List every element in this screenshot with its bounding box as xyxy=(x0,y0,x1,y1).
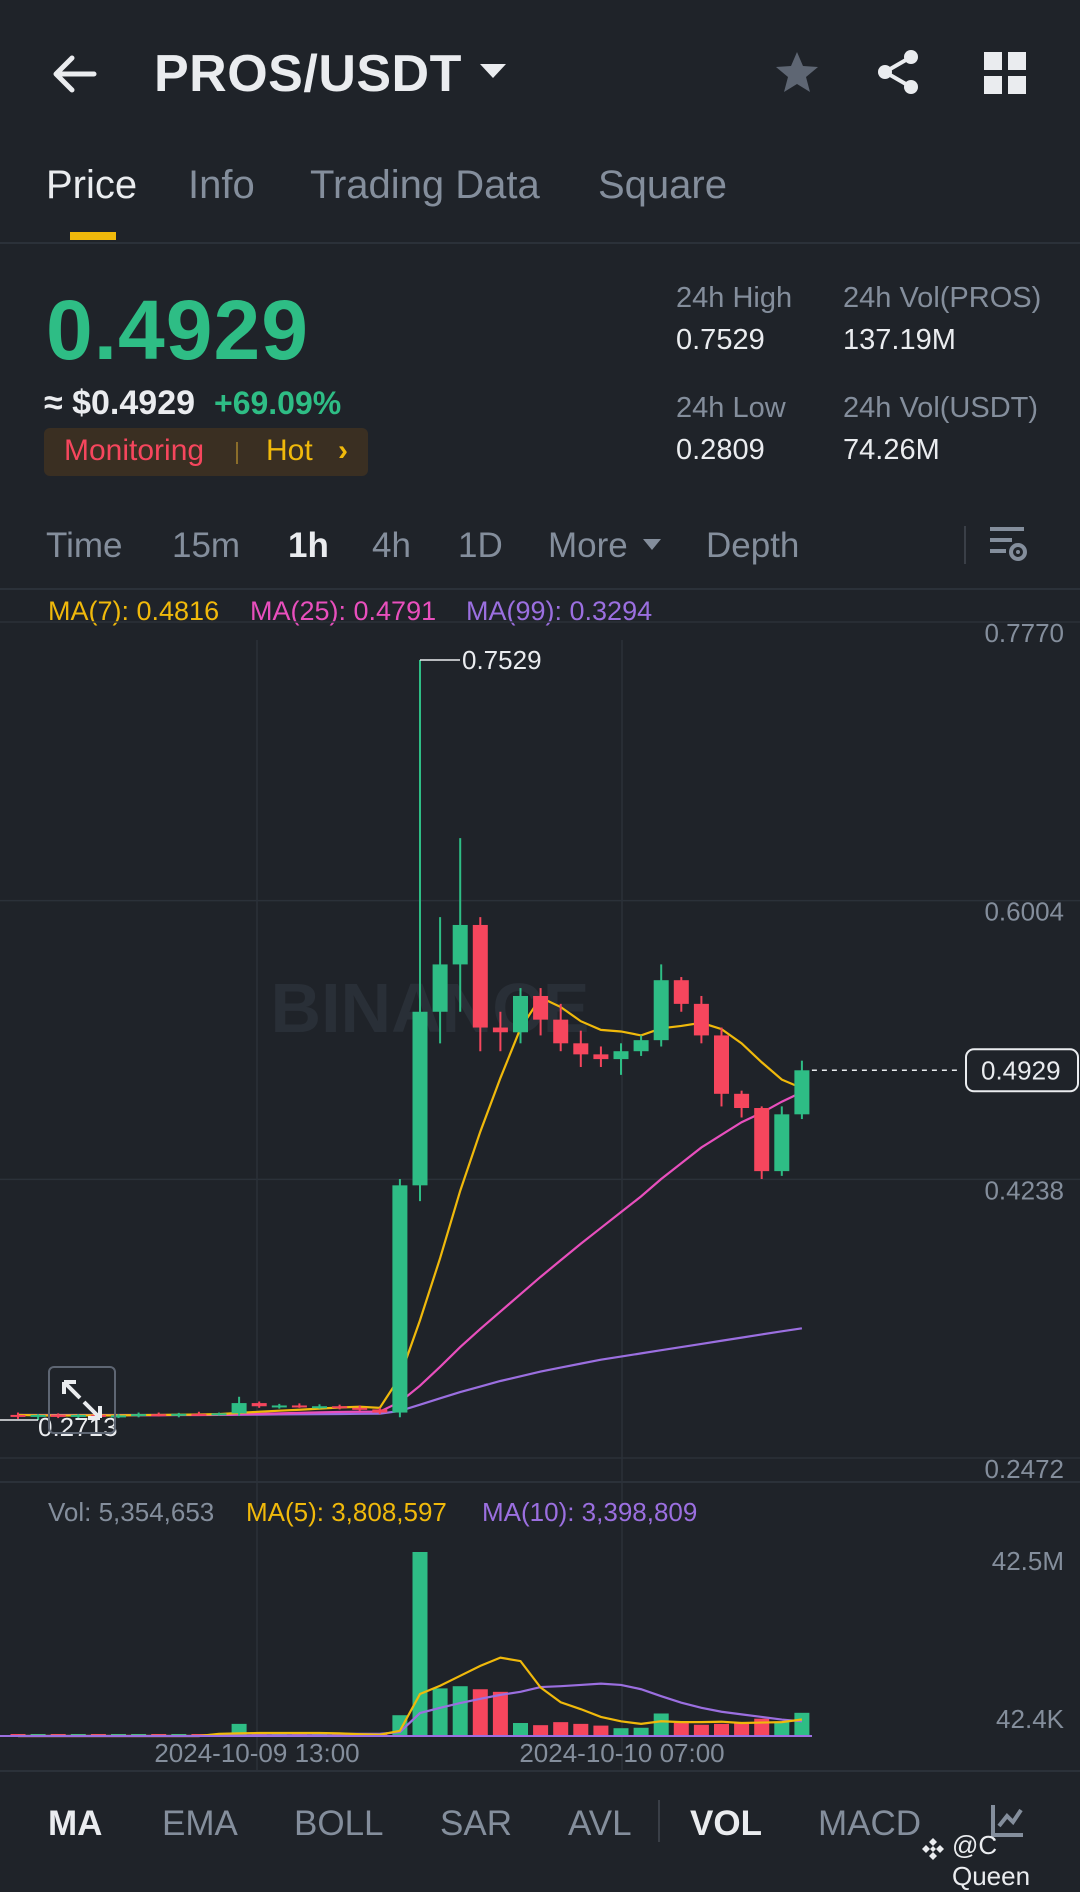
volume-bar xyxy=(492,1691,508,1736)
candle-body xyxy=(10,1414,26,1417)
candle-body xyxy=(714,1035,729,1094)
ma7-line xyxy=(17,996,803,1417)
fullscreen-button[interactable] xyxy=(48,1366,116,1434)
candle-body xyxy=(151,1414,167,1417)
ma99-line xyxy=(18,1327,803,1417)
volume-bar xyxy=(714,1723,729,1736)
candle-body xyxy=(131,1414,147,1417)
indicator-boll[interactable]: BOLL xyxy=(294,1804,384,1844)
volume-bar xyxy=(452,1686,468,1736)
vol-ma10-legend: MA(10): 3,398,809 xyxy=(482,1497,697,1527)
candle-body xyxy=(774,1114,790,1172)
candle-body xyxy=(593,1054,609,1060)
candle-body xyxy=(271,1405,287,1408)
volume-axis-label: 42.5M xyxy=(992,1546,1064,1576)
price-axis-label: 0.6004 xyxy=(984,897,1064,927)
candle-body xyxy=(452,924,468,965)
volume-bar xyxy=(553,1722,569,1736)
volume-bar xyxy=(633,1727,649,1736)
candle-body xyxy=(734,1093,750,1109)
volume-bar xyxy=(533,1725,549,1736)
volume-bar xyxy=(734,1723,750,1736)
candle-body xyxy=(231,1403,247,1414)
price-axis-label: 0.7770 xyxy=(984,618,1064,648)
candle-body xyxy=(794,1070,810,1115)
volume-bar xyxy=(693,1724,709,1736)
time-axis-label: 2024-10-10 07:00 xyxy=(519,1738,724,1768)
creator-watermark: @C Queen xyxy=(952,1830,1031,1891)
candle-body xyxy=(352,1407,368,1410)
candle-body xyxy=(412,1011,428,1186)
candle-body xyxy=(673,980,689,1004)
volume-bar xyxy=(774,1722,790,1736)
volume-bar xyxy=(412,1552,428,1736)
candle-body xyxy=(472,924,488,1028)
candle-body xyxy=(251,1403,267,1407)
volume-bar xyxy=(513,1723,528,1736)
volume-bar xyxy=(613,1728,629,1736)
volume-bar xyxy=(673,1723,689,1736)
candle-body xyxy=(432,964,448,1012)
indicator-ma[interactable]: MA xyxy=(48,1804,102,1844)
vol-ma5-legend: MA(5): 3,808,597 xyxy=(246,1497,447,1527)
price-axis-label: 0.2472 xyxy=(984,1454,1064,1484)
candlestick-chart[interactable]: BINANCE 0.77700.60040.42380.247242.5M42.… xyxy=(0,0,1080,1875)
bottom-divider xyxy=(0,1770,1080,1772)
candle-body xyxy=(573,1043,589,1055)
candle-body xyxy=(613,1051,629,1060)
candle-body xyxy=(513,995,528,1033)
ma25-line xyxy=(17,1091,803,1417)
last-price-marker-label: 0.4929 xyxy=(981,1055,1061,1085)
candle-body xyxy=(191,1413,207,1416)
candle-body xyxy=(171,1413,187,1416)
binance-logo-icon xyxy=(922,1838,944,1860)
candle-body xyxy=(392,1185,408,1413)
volume-bar xyxy=(593,1725,609,1736)
candle-body xyxy=(693,1003,709,1036)
price-axis-label: 0.4238 xyxy=(984,1175,1064,1205)
volume-bar xyxy=(653,1713,669,1736)
candle-body xyxy=(332,1406,348,1409)
indicator-separator xyxy=(658,1800,660,1842)
volume-bar xyxy=(472,1689,488,1736)
volume-bar xyxy=(794,1712,810,1736)
volume-bar xyxy=(754,1718,770,1736)
time-axis-label: 2024-10-09 13:00 xyxy=(154,1738,359,1768)
indicator-avl[interactable]: AVL xyxy=(568,1804,632,1844)
high-marker-label: 0.7529 xyxy=(462,645,542,675)
candle-body xyxy=(372,1409,388,1413)
expand-icon xyxy=(62,1380,102,1420)
candle-body xyxy=(553,1019,569,1044)
candle-body xyxy=(492,1027,508,1033)
candle-body xyxy=(211,1413,227,1416)
indicator-ema[interactable]: EMA xyxy=(162,1804,238,1844)
candle-body xyxy=(291,1405,307,1408)
vol-legend: Vol: 5,354,653 xyxy=(48,1497,214,1527)
candle-body xyxy=(633,1040,649,1052)
indicator-sar[interactable]: SAR xyxy=(440,1804,512,1844)
candle-body xyxy=(533,995,549,1020)
volume-axis-label: 42.4K xyxy=(996,1704,1065,1734)
indicator-vol[interactable]: VOL xyxy=(690,1804,762,1844)
volume-bar xyxy=(573,1723,589,1736)
candle-body xyxy=(653,980,669,1041)
volume-bar xyxy=(432,1688,448,1736)
candle-body xyxy=(312,1406,327,1409)
candle-body xyxy=(754,1108,770,1172)
indicator-macd[interactable]: MACD xyxy=(818,1804,921,1844)
